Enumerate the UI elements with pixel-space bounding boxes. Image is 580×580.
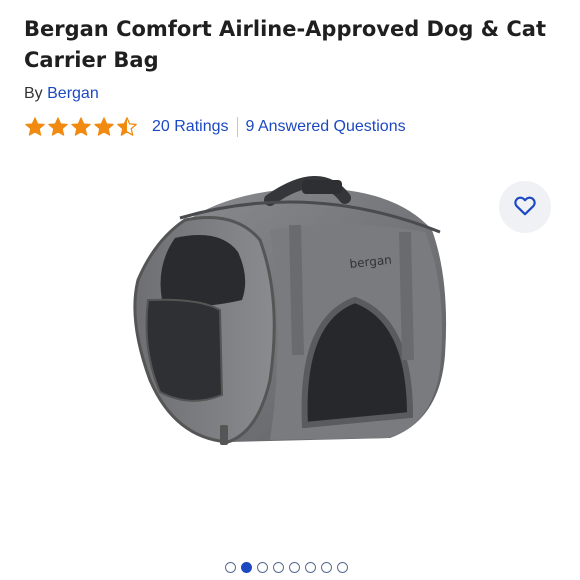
star-icon [47, 116, 69, 138]
brand-link[interactable]: Bergan [47, 85, 99, 102]
carousel-indicator [225, 562, 348, 573]
carousel-dot[interactable] [241, 562, 252, 573]
carousel-dot[interactable] [225, 562, 236, 573]
product-image[interactable]: bergan [120, 170, 470, 470]
carousel-dot[interactable] [321, 562, 332, 573]
rating-row: 20 Ratings 9 Answered Questions [24, 114, 406, 140]
brand-byline: By Bergan [24, 85, 99, 103]
star-icon [24, 116, 46, 138]
star-half-icon [116, 116, 138, 138]
ratings-link[interactable]: 20 Ratings [152, 118, 229, 136]
carousel-dot[interactable] [337, 562, 348, 573]
star-rating[interactable] [24, 116, 138, 138]
carousel-dot[interactable] [273, 562, 284, 573]
product-title: Bergan Comfort Airline-Approved Dog & Ca… [24, 17, 546, 72]
favorite-button[interactable] [499, 181, 551, 233]
divider [236, 117, 238, 137]
heart-icon [512, 192, 538, 223]
carousel-dot[interactable] [305, 562, 316, 573]
answered-questions-link[interactable]: 9 Answered Questions [246, 118, 406, 136]
by-label: By [24, 85, 43, 102]
carousel-dot[interactable] [289, 562, 300, 573]
carousel-dot[interactable] [257, 562, 268, 573]
star-icon [70, 116, 92, 138]
star-icon [93, 116, 115, 138]
